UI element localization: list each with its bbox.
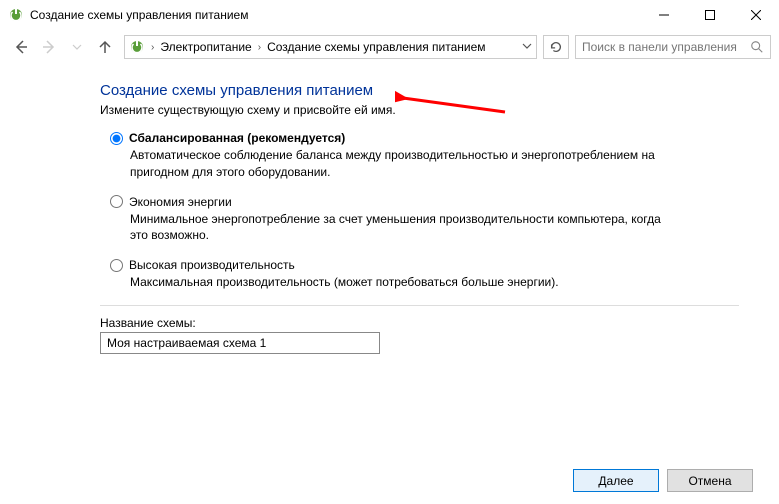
refresh-button[interactable] (543, 35, 569, 59)
search-box[interactable] (575, 35, 771, 59)
next-button[interactable]: Далее (573, 469, 659, 492)
breadcrumb-item[interactable]: Электропитание (160, 40, 251, 54)
breadcrumb-item[interactable]: Создание схемы управления питанием (267, 40, 485, 54)
separator (100, 305, 739, 306)
recent-dropdown-icon[interactable] (64, 34, 90, 60)
plan-radio-balanced[interactable] (110, 132, 123, 145)
navbar: › Электропитание › Создание схемы управл… (0, 30, 779, 64)
close-button[interactable] (733, 0, 779, 30)
page-title: Создание схемы управления питанием (100, 82, 739, 99)
minimize-button[interactable] (641, 0, 687, 30)
content-area: Создание схемы управления питанием Измен… (0, 64, 779, 354)
footer-buttons: Далее Отмена (573, 469, 753, 492)
power-options-icon (8, 7, 24, 23)
scheme-name-input[interactable] (100, 332, 380, 354)
cancel-button[interactable]: Отмена (667, 469, 753, 492)
chevron-right-icon[interactable]: › (149, 42, 156, 53)
breadcrumb[interactable]: › Электропитание › Создание схемы управл… (124, 35, 537, 59)
page-subtitle: Измените существующую схему и присвойте … (100, 103, 739, 117)
chevron-down-icon[interactable] (522, 40, 532, 54)
plan-label-balanced[interactable]: Сбалансированная (рекомендуется) (129, 131, 345, 145)
plan-desc-balanced: Автоматическое соблюдение баланса между … (110, 147, 670, 181)
titlebar: Создание схемы управления питанием (0, 0, 779, 30)
plan-label-high[interactable]: Высокая производительность (129, 258, 295, 272)
plan-option-saver: Экономия энергии Минимальное энергопотре… (100, 195, 739, 245)
plan-label-saver[interactable]: Экономия энергии (129, 195, 232, 209)
chevron-right-icon[interactable]: › (256, 42, 263, 53)
up-button[interactable] (92, 34, 118, 60)
search-input[interactable] (582, 40, 750, 54)
plan-option-balanced: Сбалансированная (рекомендуется) Автомат… (100, 131, 739, 181)
maximize-button[interactable] (687, 0, 733, 30)
power-options-icon (129, 39, 145, 55)
plan-option-high: Высокая производительность Максимальная … (100, 258, 739, 291)
plan-desc-high: Максимальная производительность (может п… (110, 274, 670, 291)
window-title: Создание схемы управления питанием (30, 8, 248, 22)
scheme-name-label: Название схемы: (100, 316, 739, 330)
plan-radio-high[interactable] (110, 259, 123, 272)
search-icon[interactable] (750, 40, 764, 54)
forward-button[interactable] (36, 34, 62, 60)
plan-radio-saver[interactable] (110, 195, 123, 208)
plan-desc-saver: Минимальное энергопотребление за счет ум… (110, 211, 670, 245)
back-button[interactable] (8, 34, 34, 60)
